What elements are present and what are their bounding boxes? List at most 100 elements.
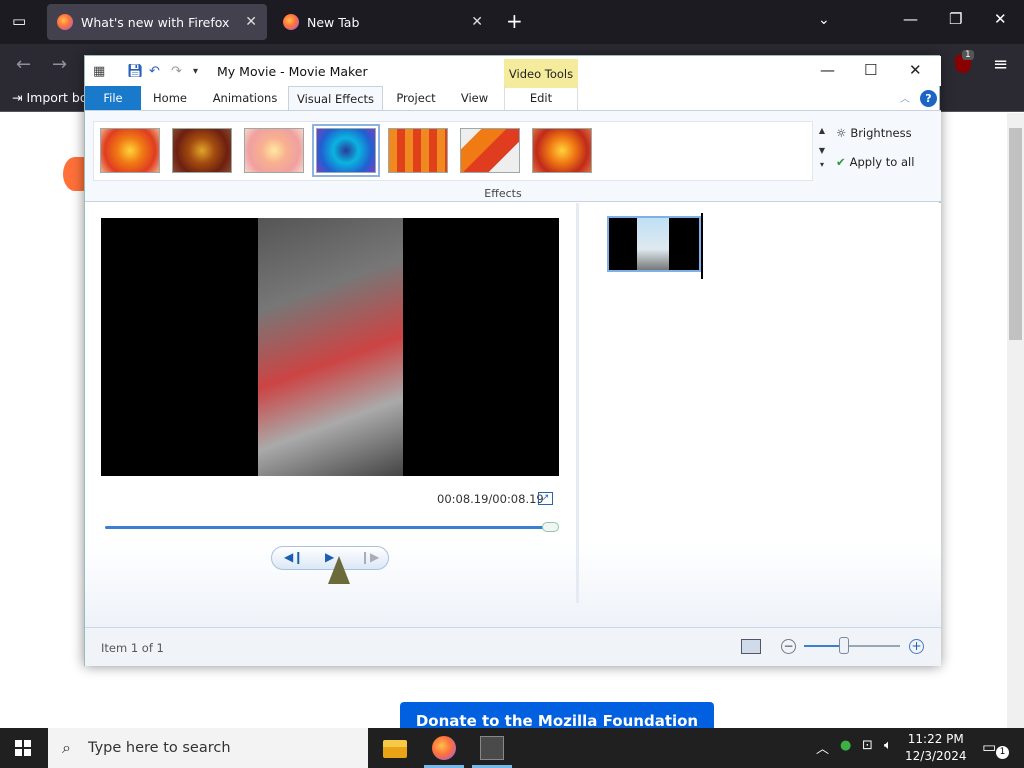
page-scrollbar-thumb[interactable]: [1009, 128, 1022, 340]
back-icon[interactable]: ←: [16, 54, 31, 75]
effect-thumbnail[interactable]: [172, 128, 232, 173]
clock-date: 12/3/2024: [905, 749, 967, 763]
item-count: Item 1 of 1: [101, 641, 164, 655]
redo-icon[interactable]: ↷: [171, 64, 182, 79]
qat-dropdown-icon[interactable]: ▾: [193, 66, 198, 77]
movie-maker-taskbar-icon[interactable]: [480, 736, 504, 760]
effect-thumbnail[interactable]: [244, 128, 304, 173]
title-bar: ▦ 💾︎ ↶ ↷ ▾ My Movie - Movie Maker Video …: [85, 56, 941, 88]
clip-thumbnail: [637, 218, 669, 270]
people-icon[interactable]: ●: [840, 738, 851, 753]
firefox-icon: [283, 14, 299, 30]
previous-frame-icon[interactable]: ◀❙: [284, 550, 303, 564]
apply-to-all-button[interactable]: ✔ Apply to all: [836, 155, 914, 169]
forward-icon[interactable]: →: [52, 54, 67, 75]
ublock-badge: 1: [962, 50, 974, 60]
seek-bar[interactable]: [105, 526, 557, 529]
tab-file[interactable]: File: [85, 86, 141, 110]
effects-gallery: [93, 121, 813, 181]
zoom-slider-thumb[interactable]: [839, 637, 849, 654]
zoom-slider-fill: [804, 645, 844, 647]
network-icon[interactable]: ⊡: [862, 738, 873, 753]
collapse-ribbon-icon[interactable]: ︿: [900, 90, 910, 105]
status-bar: Item 1 of 1 − +: [85, 627, 941, 666]
brightness-label: Brightness: [850, 126, 912, 140]
movie-maker-app-icon: ▦: [93, 64, 106, 79]
fullscreen-icon[interactable]: ↗: [538, 492, 553, 505]
search-icon: ⌕: [62, 738, 71, 757]
close-icon[interactable]: ✕: [245, 14, 257, 30]
help-icon[interactable]: ?: [920, 90, 937, 107]
video-tools-context-label: Video Tools: [504, 59, 578, 88]
new-tab-icon[interactable]: +: [506, 10, 523, 32]
next-frame-icon[interactable]: ❙▶: [360, 550, 379, 564]
tab-edit[interactable]: Edit: [504, 86, 578, 110]
zoom-out-icon[interactable]: −: [781, 639, 796, 654]
tab-label: What's new with Firefox: [81, 14, 230, 30]
gallery-scroll[interactable]: ▲ ▼ ▾: [815, 121, 829, 181]
tab-new-tab[interactable]: New Tab ✕: [273, 4, 493, 40]
effects-group-label: Effects: [484, 187, 522, 200]
tab-whats-new[interactable]: What's new with Firefox ✕: [47, 4, 267, 40]
hamburger-menu-icon[interactable]: ≡: [993, 54, 1008, 75]
close-window-icon[interactable]: ✕: [909, 61, 922, 79]
apply-to-all-label: Apply to all: [849, 155, 915, 169]
maximize-icon[interactable]: ☐: [864, 61, 877, 79]
chevron-down-icon[interactable]: ⌄: [818, 12, 830, 28]
visual-effects-ribbon: ▲ ▼ ▾ ☼ Brightness ✔ Apply to all Effect…: [85, 110, 941, 202]
tab-project[interactable]: Project: [387, 86, 445, 110]
taskbar-clock[interactable]: 11:22 PM 12/3/2024: [905, 731, 967, 765]
notification-icon[interactable]: ▭: [982, 738, 996, 756]
effect-thumbnail[interactable]: [532, 128, 592, 173]
search-placeholder: Type here to search: [88, 740, 231, 756]
gallery-more-icon[interactable]: ▾: [815, 161, 829, 169]
tray-chevron-up-icon[interactable]: ︿: [816, 738, 829, 757]
notification-count: 1: [996, 746, 1009, 759]
effect-thumbnail[interactable]: [100, 128, 160, 173]
pane-splitter[interactable]: [576, 203, 579, 603]
windows-start-icon[interactable]: [15, 740, 31, 756]
close-window-icon[interactable]: ✕: [994, 10, 1007, 28]
sun-icon: ☼: [836, 126, 847, 140]
tab-animations[interactable]: Animations: [205, 86, 285, 110]
import-label: Import bo: [26, 90, 88, 105]
save-icon[interactable]: 💾︎: [127, 64, 144, 79]
windows-taskbar: ⌕ Type here to search ︿ ● ⊡ 🔈︎ 11:22 PM …: [0, 728, 1024, 768]
storyboard-playhead[interactable]: [701, 213, 703, 279]
video-frame: [258, 218, 403, 476]
volume-icon[interactable]: 🔈︎: [884, 738, 892, 753]
minimize-icon[interactable]: —: [903, 10, 918, 28]
minimize-icon[interactable]: —: [820, 61, 835, 79]
ribbon-tabs: File Home Animations Visual Effects Proj…: [85, 86, 941, 110]
firefox-tab-bar: ▭ What's new with Firefox ✕ New Tab ✕ + …: [0, 0, 1024, 44]
seek-thumb[interactable]: [542, 522, 559, 532]
close-icon[interactable]: ✕: [471, 14, 483, 30]
firefox-taskbar-icon[interactable]: [432, 736, 456, 760]
undo-icon[interactable]: ↶: [149, 64, 160, 79]
thumbnail-size-icon[interactable]: [741, 639, 761, 654]
restore-icon[interactable]: ❐: [949, 10, 962, 28]
tab-overview-icon[interactable]: ▭: [12, 12, 26, 30]
tab-label: New Tab: [307, 14, 360, 30]
gallery-down-icon[interactable]: ▼: [815, 141, 829, 161]
playback-time: 00:08.19/00:08.19: [437, 492, 544, 506]
file-explorer-icon[interactable]: [383, 740, 407, 758]
tab-home[interactable]: Home: [143, 86, 197, 110]
brightness-button[interactable]: ☼ Brightness: [836, 126, 912, 140]
video-preview[interactable]: [101, 218, 559, 476]
effect-thumbnail-selected[interactable]: [312, 124, 380, 177]
effect-thumbnail[interactable]: [388, 128, 448, 173]
zoom-in-icon[interactable]: +: [909, 639, 924, 654]
clock-time: 11:22 PM: [907, 732, 964, 746]
tab-view[interactable]: View: [447, 86, 502, 110]
apply-check-icon: ✔: [836, 155, 846, 169]
tab-visual-effects[interactable]: Visual Effects: [288, 86, 383, 110]
effect-thumbnail[interactable]: [460, 128, 520, 173]
taskbar-search[interactable]: ⌕ Type here to search: [48, 728, 368, 768]
firefox-icon: [57, 14, 73, 30]
movie-maker-window: ▦ 💾︎ ↶ ↷ ▾ My Movie - Movie Maker Video …: [84, 55, 941, 666]
mouse-cursor-icon: [328, 556, 350, 584]
storyboard-clip[interactable]: [607, 216, 701, 272]
import-bookmarks-link[interactable]: ⇥ Import bo: [12, 90, 88, 105]
gallery-up-icon[interactable]: ▲: [815, 121, 829, 141]
